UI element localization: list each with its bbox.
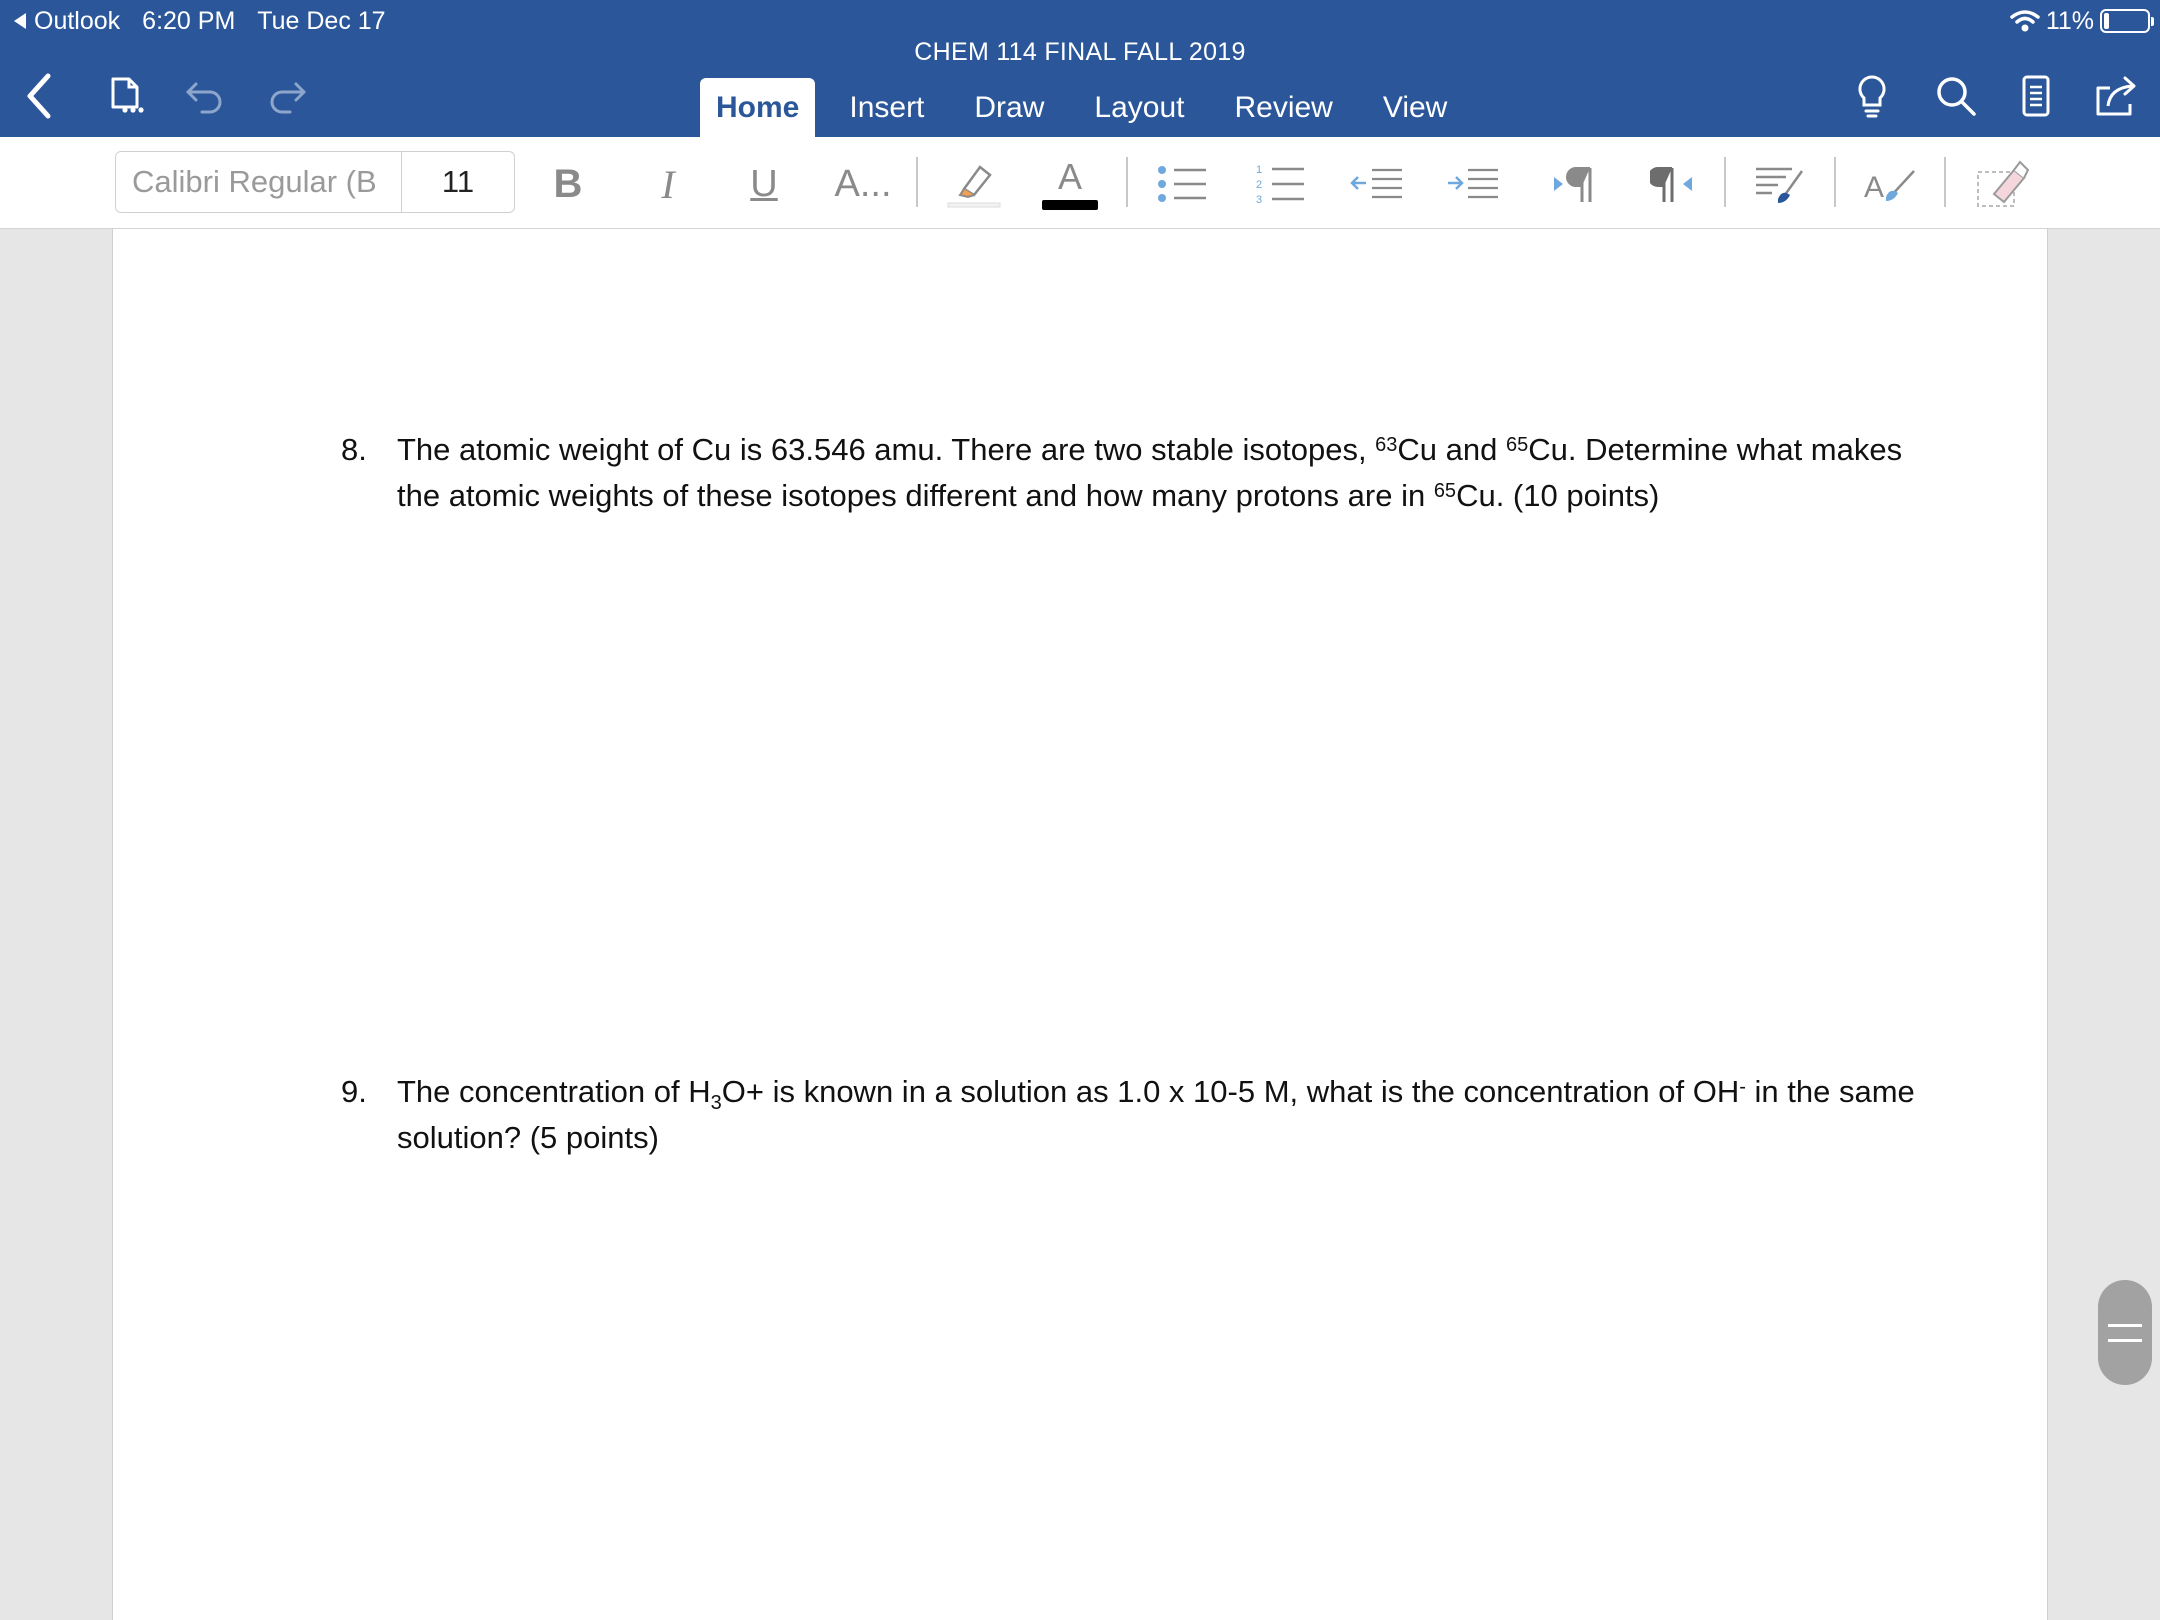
question-text: The atomic weight of Cu is 63.546 amu. T…: [397, 432, 1376, 467]
clear-formatting-icon[interactable]: A: [1862, 155, 1918, 213]
search-icon[interactable]: [1928, 68, 1984, 124]
home-ribbon: Calibri Regular (B 11 B I U A... A 1 2 3: [0, 137, 2160, 229]
undo-icon[interactable]: [178, 68, 234, 124]
grip-icon: [2108, 1323, 2142, 1342]
status-date: Tue Dec 17: [257, 6, 386, 35]
isotope-superscript: 65: [1506, 433, 1529, 456]
tab-insert[interactable]: Insert: [833, 78, 940, 137]
font-options-button[interactable]: A...: [834, 155, 891, 213]
back-triangle-icon: [14, 13, 26, 29]
isotope-superscript: 65: [1433, 479, 1457, 502]
svg-text:A: A: [1864, 171, 1884, 204]
font-picker: Calibri Regular (B 11: [115, 151, 515, 213]
bold-button[interactable]: B: [548, 155, 588, 213]
list-digit: 3: [1256, 194, 1262, 206]
share-icon[interactable]: [2088, 68, 2144, 124]
list-digit: 1: [1256, 164, 1262, 176]
document-page[interactable]: 8. The atomic weight of Cu is 63.546 amu…: [112, 229, 2048, 1620]
tab-home[interactable]: Home: [700, 78, 816, 137]
question-number: 9.: [341, 1074, 367, 1109]
document-title: CHEM 114 FINAL FALL 2019: [914, 38, 1246, 66]
back-app-label: Outlook: [34, 6, 121, 35]
decrease-indent-icon[interactable]: [1350, 155, 1404, 213]
font-color-button[interactable]: A: [1042, 155, 1098, 213]
question-text: O+ is known in a solution as 1.0 x 10-5 …: [721, 1074, 1740, 1109]
lightbulb-icon[interactable]: [1844, 68, 1900, 124]
tab-view[interactable]: View: [1367, 78, 1463, 137]
app-header: Outlook 6:20 PM Tue Dec 17 11% CHEM 114 …: [0, 0, 2160, 137]
tab-review[interactable]: Review: [1218, 78, 1348, 137]
status-bar-right: 11%: [2010, 4, 2154, 38]
question-text: Cu and: [1397, 432, 1506, 467]
rtl-paragraph-icon[interactable]: [1650, 155, 1694, 213]
status-time: 6:20 PM: [142, 6, 236, 35]
question-text: The concentration of H: [397, 1074, 711, 1109]
question-9: 9. The concentration of H3O+ is known in…: [341, 1069, 1917, 1161]
font-size-field[interactable]: 11: [402, 152, 514, 212]
numbered-list-icon[interactable]: 1 2 3: [1254, 155, 1306, 213]
increase-indent-icon[interactable]: [1446, 155, 1500, 213]
ribbon-divider: [1944, 157, 1946, 207]
eraser-icon[interactable]: [1974, 155, 2030, 213]
ltr-paragraph-icon[interactable]: [1552, 155, 1596, 213]
ribbon-divider: [916, 157, 918, 207]
highlight-icon[interactable]: [946, 155, 1002, 213]
ribbon-tabs: Home Insert Draw Layout Review View: [700, 78, 1481, 137]
file-icon[interactable]: [98, 68, 154, 124]
battery-percent: 11%: [2045, 6, 2094, 35]
redo-icon[interactable]: [258, 68, 314, 124]
list-digit: 2: [1256, 179, 1262, 191]
charge-superscript: -: [1739, 1075, 1746, 1098]
font-name-field[interactable]: Calibri Regular (B: [116, 152, 402, 212]
italic-button[interactable]: I: [648, 155, 688, 213]
isotope-superscript: 63: [1375, 433, 1398, 456]
wifi-icon: [2010, 10, 2040, 32]
font-color-swatch: [1042, 200, 1098, 210]
back-to-app-link[interactable]: Outlook: [12, 7, 120, 36]
ribbon-divider: [1724, 157, 1726, 207]
status-bar-left: Outlook 6:20 PM Tue Dec 17: [12, 6, 408, 36]
battery-icon: [2100, 9, 2154, 33]
tab-draw[interactable]: Draw: [958, 78, 1060, 137]
question-number: 8.: [341, 432, 367, 467]
question-8: 8. The atomic weight of Cu is 63.546 amu…: [341, 427, 1917, 519]
bullet-list-icon[interactable]: [1156, 155, 1208, 213]
styles-icon[interactable]: [1752, 155, 1808, 213]
font-color-label: A: [1057, 156, 1082, 197]
question-text: Cu. (10 points): [1456, 478, 1660, 513]
tab-layout[interactable]: Layout: [1078, 78, 1200, 137]
back-chevron-icon[interactable]: [12, 68, 68, 124]
ribbon-divider: [1126, 157, 1128, 207]
scroll-handle[interactable]: [2098, 1280, 2152, 1385]
underline-button[interactable]: U: [744, 155, 784, 213]
subscript: 3: [710, 1092, 722, 1115]
mobile-view-icon[interactable]: [2008, 68, 2064, 124]
ribbon-divider: [1834, 157, 1836, 207]
